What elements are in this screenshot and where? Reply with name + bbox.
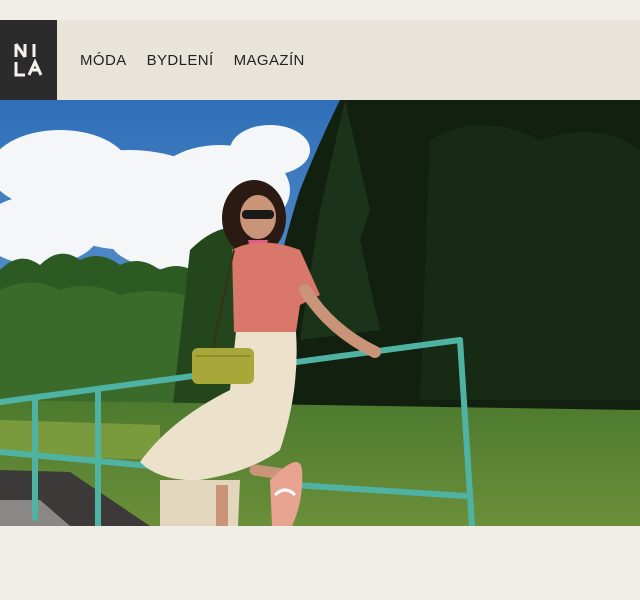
logo-link[interactable] xyxy=(0,20,57,100)
nav-item-bydleni[interactable]: BYDLENÍ xyxy=(147,52,214,69)
site-header: MÓDA BYDLENÍ MAGAZÍN xyxy=(0,20,640,100)
nila-monogram-icon xyxy=(14,43,42,77)
main-nav: MÓDA BYDLENÍ MAGAZÍN xyxy=(80,52,325,69)
page-bottom-area xyxy=(0,526,640,600)
nav-item-magazin[interactable]: MAGAZÍN xyxy=(234,52,305,69)
woman-sitting-on-railing-photo xyxy=(0,100,640,526)
nav-item-moda[interactable]: MÓDA xyxy=(80,52,127,69)
top-strip xyxy=(0,0,640,20)
hero-banner[interactable] xyxy=(0,100,640,526)
